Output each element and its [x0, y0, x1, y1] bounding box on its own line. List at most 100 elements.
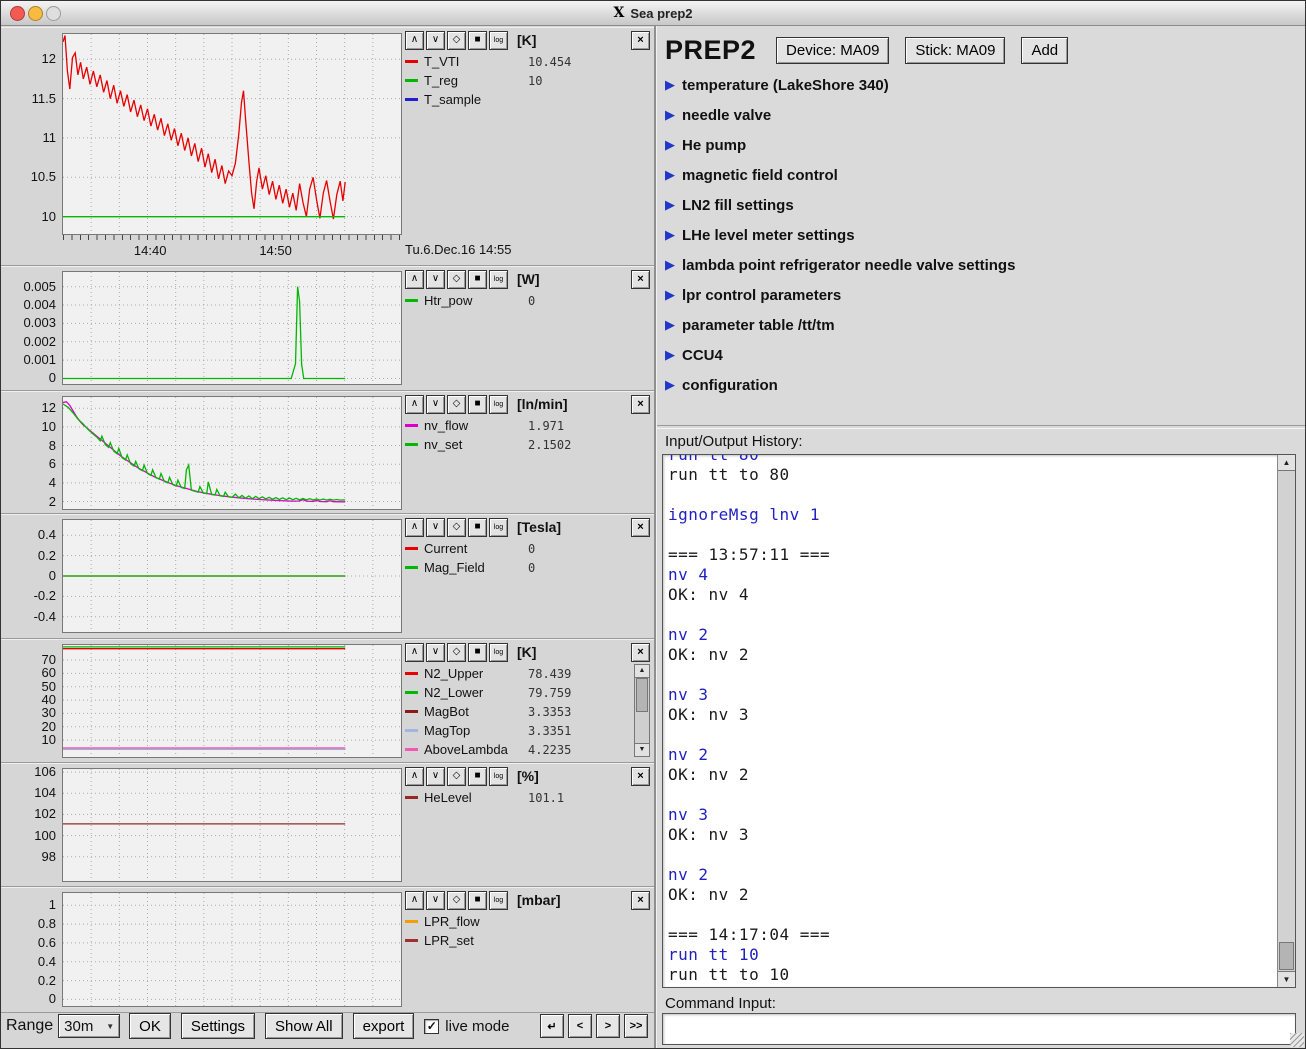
plot-up-button[interactable]: ∧: [405, 395, 424, 414]
command-input[interactable]: [662, 1013, 1296, 1045]
plot-up-button[interactable]: ∧: [405, 31, 424, 50]
show-all-button[interactable]: Show All: [265, 1013, 343, 1039]
scrollbar-thumb[interactable]: [636, 678, 648, 712]
plot-area-needle-valve[interactable]: [62, 396, 402, 510]
y-tick-label: 100: [34, 828, 56, 843]
close-plot-button[interactable]: ×: [631, 270, 650, 289]
nav-forward-button[interactable]: >: [596, 1014, 620, 1038]
close-plot-button[interactable]: ×: [631, 767, 650, 786]
history-scrollbar[interactable]: ▲ ▼: [1277, 455, 1295, 987]
plot-zoom-button[interactable]: ◇: [447, 270, 466, 289]
plot-style-button[interactable]: ■: [468, 891, 487, 910]
plot-area-helium-level[interactable]: [62, 768, 402, 882]
plot-legend: HeLevel101.1: [405, 788, 650, 807]
export-button[interactable]: export: [353, 1013, 415, 1039]
resize-grip[interactable]: [1290, 1033, 1304, 1047]
plot-area-heater[interactable]: [62, 271, 402, 385]
nav-return-button[interactable]: ↵: [540, 1014, 564, 1038]
plot-down-button[interactable]: ∨: [426, 891, 445, 910]
plot-area-temperature[interactable]: [62, 33, 402, 235]
legend-scrollbar[interactable]: ▲▼: [634, 664, 650, 757]
add-button[interactable]: Add: [1021, 37, 1068, 64]
plot-zoom-button[interactable]: ◇: [447, 643, 466, 662]
series-color-dash-icon: [405, 98, 418, 101]
plot-area-magnet[interactable]: [62, 519, 402, 633]
minimize-window-button[interactable]: [28, 6, 43, 21]
plot-zoom-button[interactable]: ◇: [447, 518, 466, 537]
close-plot-button[interactable]: ×: [631, 395, 650, 414]
scroll-up-icon[interactable]: ▲: [635, 665, 649, 678]
tree-item-5[interactable]: ▶LHe level meter settings: [665, 220, 1295, 250]
plot-up-button[interactable]: ∧: [405, 643, 424, 662]
plot-style-button[interactable]: ■: [468, 518, 487, 537]
zoom-window-button[interactable]: [46, 6, 61, 21]
scroll-down-icon[interactable]: ▼: [635, 743, 649, 756]
tree-item-3[interactable]: ▶magnetic field control: [665, 160, 1295, 190]
plot-down-button[interactable]: ∨: [426, 767, 445, 786]
plot-log-button[interactable]: log: [489, 767, 508, 786]
plot-style-button[interactable]: ■: [468, 643, 487, 662]
unit-label: [mbar]: [517, 892, 561, 908]
tree-item-6[interactable]: ▶lambda point refrigerator needle valve …: [665, 250, 1295, 280]
tree-item-2[interactable]: ▶He pump: [665, 130, 1295, 160]
chart-block-temperature: 1211.51110.51014:4014:50∧∨◇■log[K]×T_VTI…: [1, 27, 654, 266]
settings-button[interactable]: Settings: [181, 1013, 255, 1039]
scroll-down-icon[interactable]: ▼: [1278, 971, 1295, 987]
range-select[interactable]: 30m ▼: [58, 1014, 120, 1038]
plot-log-button[interactable]: log: [489, 270, 508, 289]
plot-log-button[interactable]: log: [489, 891, 508, 910]
plot-up-button[interactable]: ∧: [405, 891, 424, 910]
titlebar[interactable]: X Sea prep2: [1, 1, 1305, 26]
plot-zoom-button[interactable]: ◇: [447, 767, 466, 786]
plot-down-button[interactable]: ∨: [426, 643, 445, 662]
tree-item-0[interactable]: ▶temperature (LakeShore 340): [665, 70, 1295, 100]
tree-item-4[interactable]: ▶LN2 fill settings: [665, 190, 1295, 220]
tree-item-1[interactable]: ▶needle valve: [665, 100, 1295, 130]
plot-log-button[interactable]: log: [489, 31, 508, 50]
plot-area-cryo-temps[interactable]: [62, 644, 402, 758]
plot-style-button[interactable]: ■: [468, 767, 487, 786]
io-history-box[interactable]: run tt 80run tt to 80 ignoreMsg lnv 1 ==…: [662, 454, 1296, 988]
plot-down-button[interactable]: ∨: [426, 395, 445, 414]
expand-triangle-icon: ▶: [665, 377, 682, 393]
plot-log-button[interactable]: log: [489, 643, 508, 662]
close-plot-button[interactable]: ×: [631, 891, 650, 910]
plot-down-button[interactable]: ∨: [426, 518, 445, 537]
plot-log-button[interactable]: log: [489, 518, 508, 537]
y-tick-label: 0.2: [38, 973, 56, 988]
plot-style-button[interactable]: ■: [468, 395, 487, 414]
plot-zoom-button[interactable]: ◇: [447, 31, 466, 50]
plot-zoom-button[interactable]: ◇: [447, 395, 466, 414]
tree-item-10[interactable]: ▶configuration: [665, 370, 1295, 400]
plot-zoom-button[interactable]: ◇: [447, 891, 466, 910]
plot-button-row: ∧∨◇■log[%]×: [405, 767, 650, 785]
plot-controls-cryo-temps: ∧∨◇■log[K]×N2_Upper78.439N2_Lower79.759M…: [405, 643, 650, 760]
plot-down-button[interactable]: ∨: [426, 31, 445, 50]
tree-item-7[interactable]: ▶lpr control parameters: [665, 280, 1295, 310]
close-plot-button[interactable]: ×: [631, 518, 650, 537]
plot-style-button[interactable]: ■: [468, 31, 487, 50]
close-plot-button[interactable]: ×: [631, 31, 650, 50]
stick-button[interactable]: Stick: MA09: [905, 37, 1005, 64]
ok-button[interactable]: OK: [129, 1013, 171, 1039]
device-button[interactable]: Device: MA09: [776, 37, 889, 64]
tree-item-9[interactable]: ▶CCU4: [665, 340, 1295, 370]
nav-end-button[interactable]: >>: [624, 1014, 648, 1038]
plot-style-button[interactable]: ■: [468, 270, 487, 289]
close-plot-button[interactable]: ×: [631, 643, 650, 662]
plot-up-button[interactable]: ∧: [405, 518, 424, 537]
chart-stack: 1211.51110.51014:4014:50∧∨◇■log[K]×T_VTI…: [1, 27, 654, 1013]
plot-down-button[interactable]: ∨: [426, 270, 445, 289]
unit-label: [ln/min]: [517, 396, 568, 412]
nav-back-button[interactable]: <: [568, 1014, 592, 1038]
live-mode-checkbox[interactable]: ✓: [424, 1019, 439, 1034]
plot-up-button[interactable]: ∧: [405, 270, 424, 289]
plot-area-lpr[interactable]: [62, 892, 402, 1007]
scrollbar-thumb[interactable]: [1279, 942, 1294, 970]
scroll-up-icon[interactable]: ▲: [1278, 455, 1295, 471]
tree-item-8[interactable]: ▶parameter table /tt/tm: [665, 310, 1295, 340]
plot-up-button[interactable]: ∧: [405, 767, 424, 786]
plot-log-button[interactable]: log: [489, 395, 508, 414]
close-window-button[interactable]: [10, 6, 25, 21]
series-name: N2_Lower: [424, 685, 528, 700]
